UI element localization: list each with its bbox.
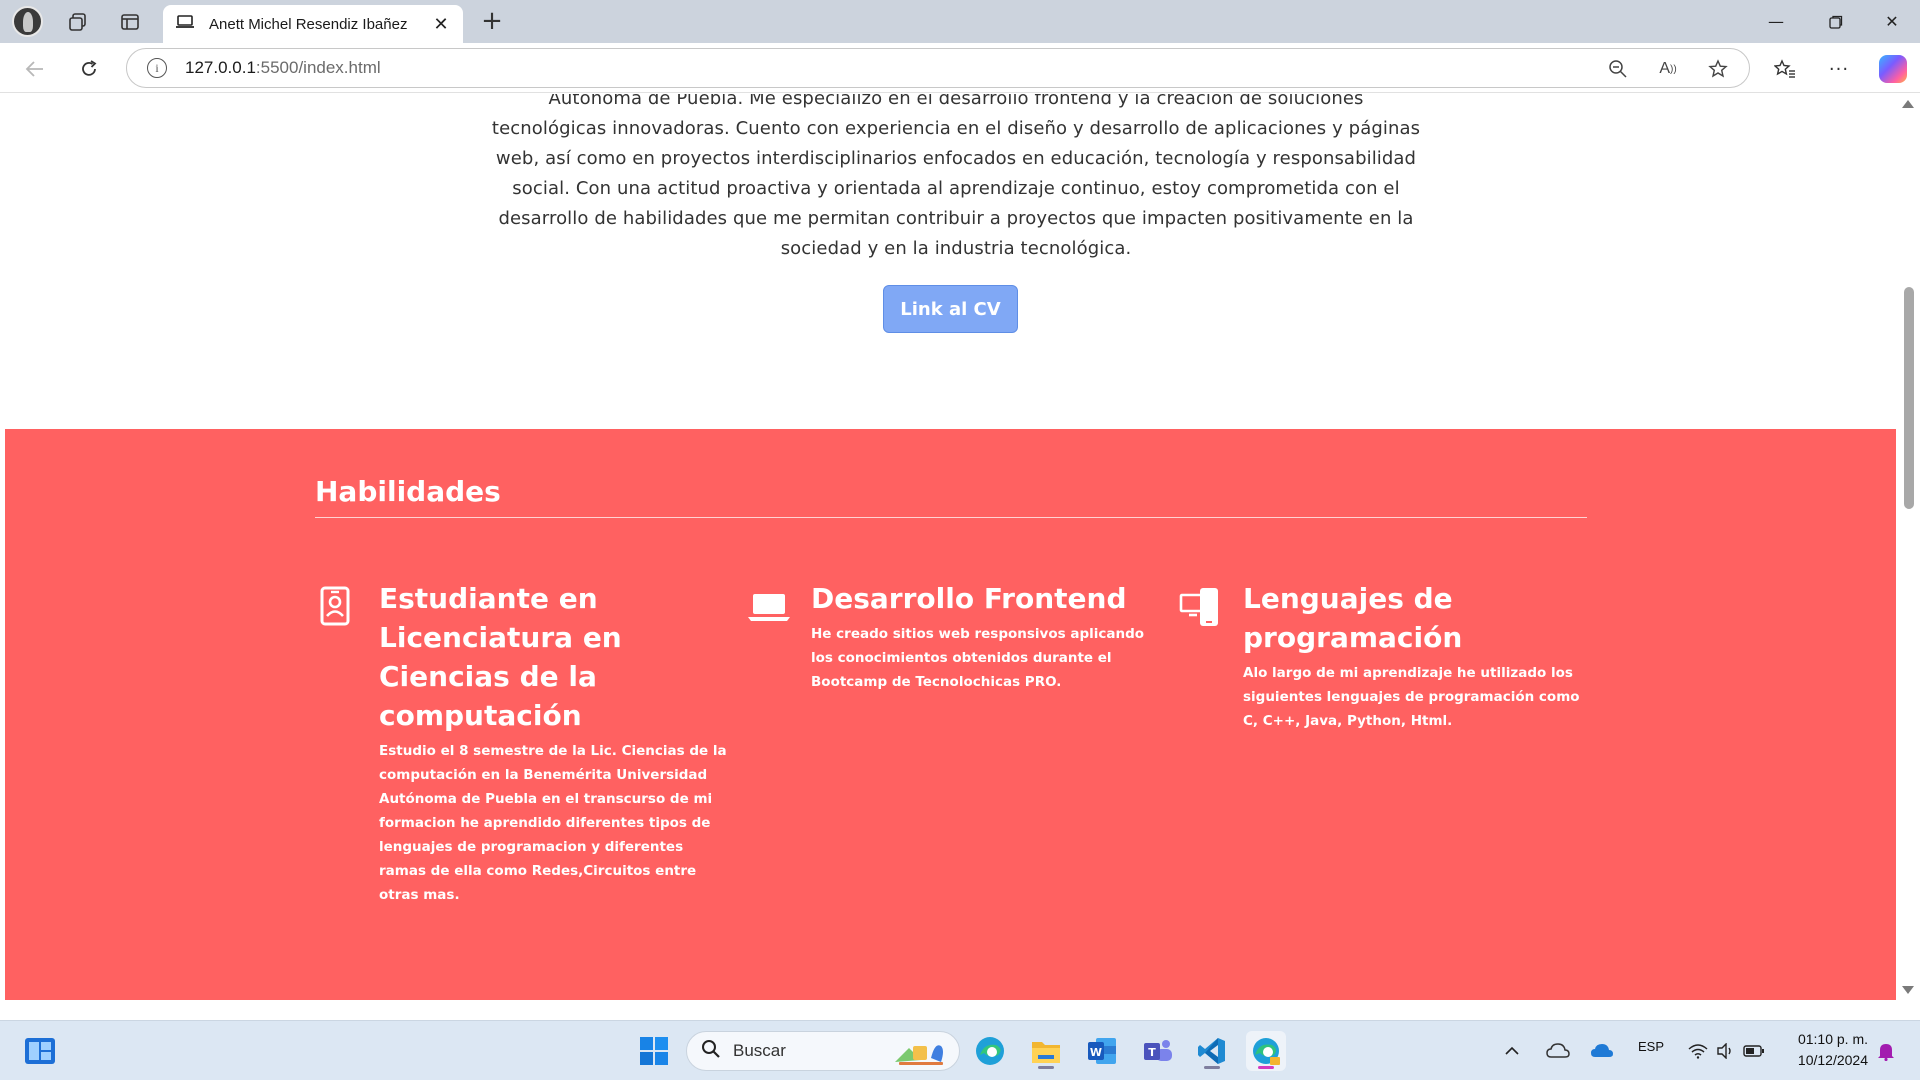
skill-title: Lenguajes de programación — [1243, 582, 1463, 654]
site-info-icon[interactable]: i — [147, 58, 167, 78]
browser-tab-bar: Anett Michel Resendiz Ibañez ✕ + — ✕ — [0, 0, 1920, 43]
devices-icon — [1179, 585, 1219, 626]
onedrive-icon[interactable] — [1588, 1031, 1616, 1071]
minimize-icon[interactable]: — — [1746, 0, 1806, 43]
laptop-icon — [747, 585, 790, 625]
vertical-scrollbar[interactable] — [1896, 94, 1920, 1000]
search-highlight-icon — [891, 1038, 947, 1070]
favorite-star-icon[interactable] — [1705, 56, 1731, 82]
url-text: 127.0.0.1:5500/index.html — [185, 58, 381, 77]
about-paragraph: Autónoma de Puebla. Me especializo en el… — [491, 94, 1421, 259]
vscode-icon[interactable] — [1192, 1031, 1232, 1071]
skill-title: Estudiante en Licenciatura en Ciencias d… — [379, 582, 622, 732]
skills-divider — [315, 517, 1587, 518]
input-language[interactable]: ESP — [1638, 1039, 1664, 1054]
scrollbar-thumb[interactable] — [1904, 287, 1914, 509]
vertical-tabs-icon[interactable] — [116, 8, 144, 36]
active-tab[interactable]: Anett Michel Resendiz Ibañez ✕ — [163, 5, 463, 43]
widgets-icon[interactable] — [20, 1031, 60, 1071]
page-viewport: Autónoma de Puebla. Me especializo en el… — [0, 94, 1920, 1000]
running-indicator — [1204, 1066, 1220, 1069]
scroll-down-arrow-icon[interactable] — [1902, 986, 1914, 994]
search-icon — [701, 1039, 721, 1063]
svg-text:T: T — [1148, 1046, 1156, 1059]
read-aloud-icon[interactable]: A)) — [1655, 56, 1681, 82]
copilot-icon[interactable] — [1878, 54, 1908, 84]
id-badge-icon — [315, 585, 355, 626]
search-placeholder: Buscar — [733, 1041, 786, 1060]
browser-toolbar: i 127.0.0.1:5500/index.html A)) ··· — [0, 43, 1920, 93]
svg-text:W: W — [1090, 1046, 1102, 1059]
notification-bell-icon[interactable] — [1872, 1031, 1900, 1071]
clock-date: 10/12/2024 — [1797, 1052, 1868, 1068]
new-tab-icon[interactable]: + — [478, 6, 506, 36]
page-content: Autónoma de Puebla. Me especializo en el… — [5, 94, 1896, 1000]
zoom-out-icon[interactable] — [1605, 56, 1631, 82]
file-explorer-icon[interactable] — [1026, 1031, 1066, 1071]
cloud-sync-icon[interactable] — [1544, 1031, 1572, 1071]
taskbar-search[interactable]: Buscar — [686, 1031, 960, 1071]
favorites-icon[interactable] — [1770, 54, 1800, 84]
skills-section: Habilidades Estudiante en Licenciatura e… — [5, 429, 1896, 1000]
word-icon[interactable]: W — [1082, 1031, 1122, 1071]
workspaces-icon[interactable] — [64, 8, 92, 36]
skills-heading: Habilidades — [315, 475, 501, 508]
skill-description: He creado sitios web responsivos aplican… — [811, 626, 1145, 690]
wifi-icon[interactable] — [1684, 1031, 1712, 1071]
clock-time: 01:10 p. m. — [1797, 1031, 1868, 1047]
back-arrow-icon[interactable] — [20, 54, 50, 84]
laptop-icon — [175, 14, 195, 34]
windows-start-icon[interactable] — [634, 1031, 674, 1071]
profile-avatar[interactable] — [12, 6, 43, 37]
close-tab-icon[interactable]: ✕ — [431, 14, 451, 35]
active-indicator — [1258, 1066, 1274, 1069]
tab-title: Anett Michel Resendiz Ibañez — [209, 15, 408, 33]
teams-icon[interactable]: T — [1138, 1031, 1178, 1071]
volume-icon[interactable] — [1712, 1031, 1740, 1071]
windows-taskbar: Buscar W T ESP 01:10 p. m. 10/12/2024 — [0, 1020, 1920, 1080]
skill-description: Estudio el 8 semestre de la Lic. Ciencia… — [379, 743, 727, 903]
skill-description: Alo largo de mi aprendizaje he utilizado… — [1243, 665, 1580, 729]
refresh-icon[interactable] — [74, 54, 104, 84]
running-indicator — [1038, 1066, 1054, 1069]
edge-icon[interactable] — [970, 1031, 1010, 1071]
edge-dev-icon[interactable] — [1246, 1031, 1286, 1071]
battery-icon[interactable] — [1740, 1031, 1768, 1071]
skill-title: Desarrollo Frontend — [811, 582, 1127, 615]
address-bar[interactable]: i 127.0.0.1:5500/index.html A)) — [126, 48, 1750, 88]
system-clock[interactable]: 01:10 p. m. 10/12/2024 — [1784, 1029, 1868, 1071]
more-options-icon[interactable]: ··· — [1824, 54, 1854, 84]
restore-icon[interactable] — [1806, 0, 1866, 43]
close-window-icon[interactable]: ✕ — [1862, 0, 1920, 43]
chevron-up-icon[interactable] — [1502, 1031, 1522, 1071]
scroll-up-arrow-icon[interactable] — [1902, 100, 1914, 108]
cv-link-button[interactable]: Link al CV — [883, 285, 1018, 333]
